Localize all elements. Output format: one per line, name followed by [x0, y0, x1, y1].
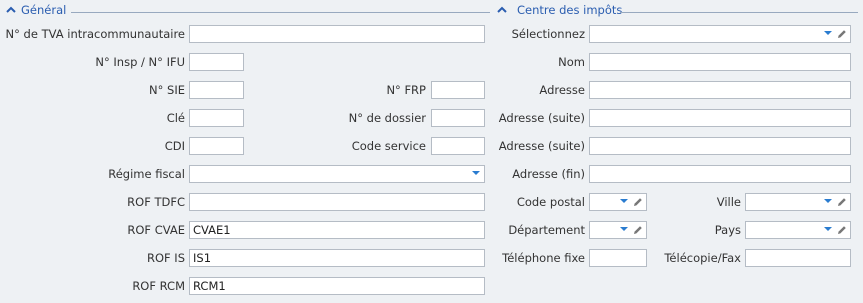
telecopie-input[interactable]	[745, 249, 851, 267]
dropdown-arrow-icon[interactable]	[824, 227, 832, 231]
adresse-suite1-input[interactable]	[589, 109, 851, 127]
cle-label: Clé	[166, 111, 185, 125]
regime-fiscal-select[interactable]	[189, 165, 485, 183]
code-service-input[interactable]	[431, 137, 485, 155]
regime-fiscal-label: Régime fiscal	[108, 167, 185, 181]
adresse-input[interactable]	[589, 81, 851, 99]
centre-section-title: Centre des impôts	[517, 3, 623, 17]
general-section-divider	[71, 12, 490, 13]
adresse-suite1-label: Adresse (suite)	[498, 111, 585, 125]
rof-tdfc-label: ROF TDFC	[127, 195, 185, 209]
adresse-label: Adresse	[539, 83, 585, 97]
pencil-icon[interactable]	[632, 196, 644, 208]
centre-section-divider	[620, 12, 858, 13]
centre-select[interactable]	[589, 25, 851, 43]
adresse-suite2-label: Adresse (suite)	[498, 139, 585, 153]
chevron-up-icon[interactable]	[5, 4, 17, 16]
dossier-label: N° de dossier	[348, 111, 426, 125]
frp-label: N° FRP	[386, 83, 426, 97]
tva-label: N° de TVA intracommunautaire	[5, 27, 185, 41]
dropdown-arrow-icon[interactable]	[620, 199, 628, 203]
centre-section-header: Centre des impôts	[496, 3, 858, 18]
pencil-icon[interactable]	[836, 28, 848, 40]
code-postal-label: Code postal	[516, 195, 585, 209]
rof-rcm-label: ROF RCM	[132, 279, 185, 293]
insp-ifu-input[interactable]	[189, 53, 244, 71]
adresse-fin-input[interactable]	[589, 165, 851, 183]
pays-label: Pays	[714, 223, 741, 237]
departement-label: Département	[508, 223, 585, 237]
telephone-input[interactable]	[589, 249, 647, 267]
frp-input[interactable]	[431, 81, 485, 99]
pencil-icon[interactable]	[836, 196, 848, 208]
rof-tdfc-input[interactable]	[189, 193, 485, 211]
code-postal-select[interactable]	[589, 193, 647, 211]
telephone-label: Téléphone fixe	[502, 251, 585, 265]
pays-select[interactable]	[745, 221, 851, 239]
chevron-up-icon[interactable]	[496, 4, 508, 16]
rof-cvae-input[interactable]: CVAE1	[189, 221, 485, 239]
ville-label: Ville	[716, 195, 741, 209]
rof-is-input[interactable]: IS1	[189, 249, 485, 267]
insp-ifu-label: N° Insp / N° IFU	[95, 55, 185, 69]
rof-is-label: ROF IS	[146, 251, 185, 265]
rof-cvae-label: ROF CVAE	[127, 223, 185, 237]
selectionnez-label: Sélectionnez	[511, 27, 585, 41]
code-service-label: Code service	[351, 139, 426, 153]
tva-input[interactable]	[189, 25, 485, 43]
cdi-label: CDI	[164, 139, 185, 153]
cle-input[interactable]	[189, 109, 244, 127]
general-section-header: Général	[5, 3, 490, 18]
sie-input[interactable]	[189, 81, 244, 99]
dropdown-arrow-icon[interactable]	[620, 227, 628, 231]
cdi-input[interactable]	[189, 137, 244, 155]
nom-input[interactable]	[589, 53, 851, 71]
pencil-icon[interactable]	[836, 224, 848, 236]
dropdown-arrow-icon[interactable]	[472, 171, 480, 175]
rof-rcm-input[interactable]: RCM1	[189, 277, 485, 295]
sie-label: N° SIE	[149, 83, 185, 97]
dropdown-arrow-icon[interactable]	[824, 199, 832, 203]
adresse-fin-label: Adresse (fin)	[512, 167, 585, 181]
adresse-suite2-input[interactable]	[589, 137, 851, 155]
departement-select[interactable]	[589, 221, 647, 239]
pencil-icon[interactable]	[632, 224, 644, 236]
ville-select[interactable]	[745, 193, 851, 211]
telecopie-label: Télécopie/Fax	[664, 251, 741, 265]
dossier-input[interactable]	[431, 109, 485, 127]
dropdown-arrow-icon[interactable]	[824, 31, 832, 35]
nom-label: Nom	[558, 55, 585, 69]
general-section-title: Général	[21, 3, 67, 17]
